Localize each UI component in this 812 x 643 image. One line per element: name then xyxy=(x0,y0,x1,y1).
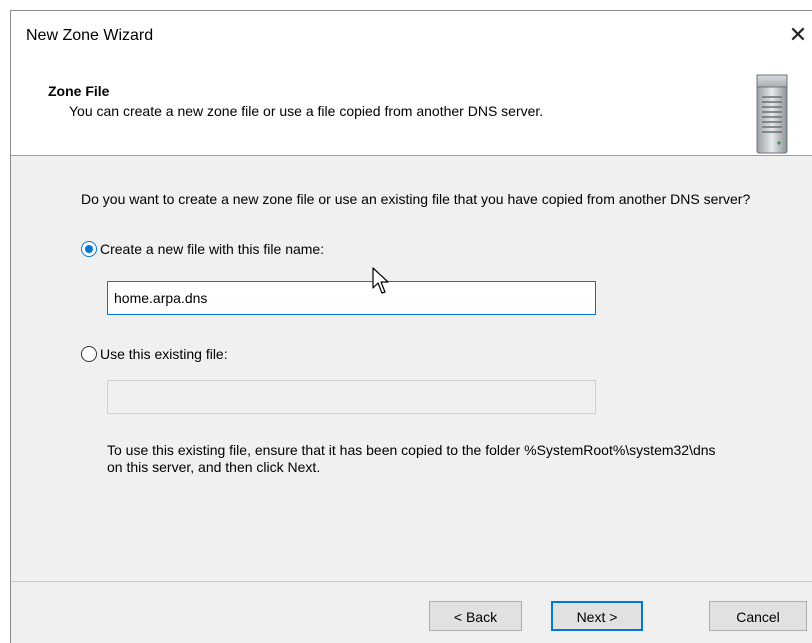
existing-file-note: To use this existing file, ensure that i… xyxy=(107,442,716,475)
use-existing-file-option[interactable]: Use this existing file: xyxy=(81,346,228,362)
new-file-name-input[interactable]: home.arpa.dns xyxy=(107,281,596,315)
wizard-footer: < Back Next > Cancel xyxy=(11,581,812,643)
wizard-content: Do you want to create a new zone file or… xyxy=(11,156,812,581)
title-bar: New Zone Wizard ✕ xyxy=(11,11,812,51)
next-button[interactable]: Next > xyxy=(551,601,643,631)
wizard-header: Zone File You can create a new zone file… xyxy=(11,59,812,156)
server-icon xyxy=(756,74,788,154)
create-new-file-label[interactable]: Create a new file with this file name: xyxy=(100,241,324,257)
use-existing-file-label[interactable]: Use this existing file: xyxy=(100,346,228,362)
cancel-button[interactable]: Cancel xyxy=(709,601,807,631)
window-title: New Zone Wizard xyxy=(26,27,154,44)
existing-file-name-input xyxy=(107,380,596,414)
page-subtitle: You can create a new zone file or use a … xyxy=(69,103,544,119)
mouse-pointer-icon xyxy=(372,267,389,294)
use-existing-file-radio[interactable] xyxy=(81,346,97,362)
create-new-file-radio[interactable] xyxy=(81,241,97,257)
close-button[interactable]: ✕ xyxy=(784,21,812,49)
page-title: Zone File xyxy=(48,83,110,99)
new-zone-wizard-dialog: New Zone Wizard ✕ Zone File You can crea… xyxy=(10,10,812,643)
create-new-file-option[interactable]: Create a new file with this file name: xyxy=(81,241,324,257)
screen: New Zone Wizard ✕ Zone File You can crea… xyxy=(0,0,812,643)
back-button[interactable]: < Back xyxy=(429,601,522,631)
question-text: Do you want to create a new zone file or… xyxy=(81,191,751,207)
